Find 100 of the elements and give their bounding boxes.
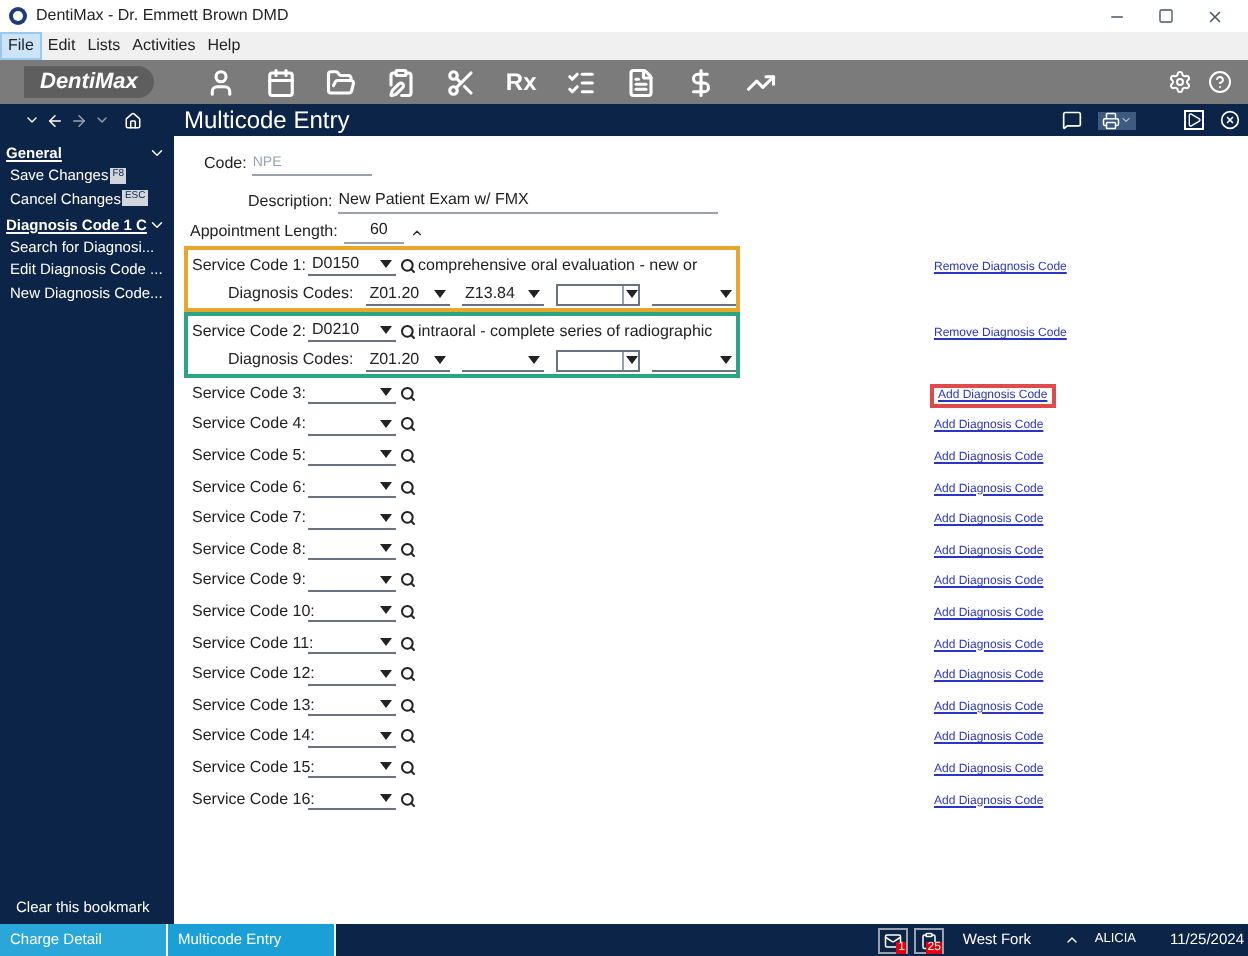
caret-icon [528,355,541,364]
caret-icon [380,450,392,459]
maximize-icon[interactable] [1158,7,1174,23]
caret-icon [625,290,638,299]
app-logo-icon [8,6,28,26]
dropdown[interactable]: Z01.20 [365,283,450,306]
dropdown[interactable] [556,349,641,372]
dropdown[interactable]: Z01.20 [365,349,450,372]
code-description: intraoral - complete series of radiographic [418,319,713,344]
search-icon[interactable] [400,447,416,464]
document-icon[interactable] [626,67,657,97]
search-icon[interactable] [400,635,416,652]
field-label: Service Code 7: [192,506,308,531]
close-icon[interactable] [1206,7,1224,25]
dropdown[interactable]: Z13.84 [461,283,545,306]
help-icon[interactable] [1208,70,1232,94]
search-icon[interactable] [400,510,416,527]
field-label: Service Code 5: [192,443,308,468]
caret-icon [380,731,392,740]
caret-icon [433,355,446,364]
settings-icon[interactable] [1168,70,1192,94]
caret-icon [1120,114,1132,126]
dropdown[interactable] [308,632,396,655]
search-icon[interactable] [400,697,416,714]
search-icon[interactable] [400,728,416,745]
search-icon[interactable] [400,541,416,558]
field-label: Service Code 4: [192,412,308,437]
back-icon[interactable] [46,111,64,129]
field-label: Service Code 8: [192,537,308,562]
play-icon[interactable] [1184,110,1204,130]
field-label: Service Code 1: [192,253,308,278]
search-icon[interactable] [400,603,416,620]
description-field[interactable]: New Patient Exam w/ FMX [338,188,719,214]
scissors-icon[interactable] [445,67,476,97]
search-icon[interactable] [400,572,416,589]
caret-icon [380,326,392,335]
caret-icon [380,388,392,397]
caret-icon [380,794,392,803]
caret-icon [380,606,392,615]
list-icon[interactable] [566,67,597,97]
menu-item[interactable]: Activities [126,34,202,58]
mail-icon [884,931,903,949]
chevron-down-icon[interactable] [94,112,110,128]
search-icon[interactable] [400,479,416,496]
app-logo: DentiMax [24,65,154,99]
clipboard-icon[interactable] [385,67,416,97]
menu-item[interactable]: File [0,32,42,60]
caret-icon [625,356,638,365]
spinner-icon[interactable] [409,226,424,240]
caret-icon [380,762,392,771]
chevron-down-icon[interactable] [24,112,40,128]
field-label: Service Code 6: [192,475,308,500]
dropdown[interactable] [556,283,641,306]
menu-item[interactable]: Edit [41,34,82,58]
page-title: Multicode Entry [184,104,350,138]
caret-icon [380,419,392,428]
dropdown[interactable] [308,382,396,405]
dropdown[interactable] [308,444,396,467]
field-label: Service Code 3: [192,381,308,406]
dropdown[interactable] [308,476,396,499]
field-label: Description: [248,190,333,214]
printer-icon [1102,111,1120,129]
menu-item[interactable]: Help [201,34,247,58]
field-label: Appointment Length: [190,220,338,244]
calendar-icon[interactable] [265,67,296,97]
caret-icon [380,482,392,491]
forward-icon[interactable] [70,111,88,129]
print-button[interactable] [1098,111,1136,129]
field-label: Code: [204,152,247,176]
search-icon[interactable] [400,385,416,402]
search-icon[interactable] [400,759,416,776]
caret-icon [380,669,392,678]
caret-icon [528,289,541,298]
field-label: Diagnosis Codes: [228,348,354,373]
search-icon[interactable] [400,666,416,683]
dropdown[interactable] [308,538,396,561]
length-field[interactable]: 60 [343,218,404,244]
search-icon[interactable] [400,257,416,274]
dropdown[interactable]: D0210 [308,320,396,343]
search-icon[interactable] [400,416,416,433]
caret-icon [380,575,392,584]
field-label: Service Code 11: [192,631,308,656]
caret-icon [380,513,392,522]
search-icon[interactable] [400,323,416,340]
search-icon[interactable] [400,791,416,808]
field-label: Service Code 2: [192,319,308,344]
caret-icon [380,544,392,553]
code-description: comprehensive oral evaluation - new or [418,253,698,278]
folder-icon[interactable] [325,67,356,97]
chat-icon[interactable] [1062,110,1082,130]
person-icon[interactable] [205,67,236,97]
prescription-button[interactable]: Rx [505,64,537,100]
caret-icon [719,355,732,364]
menu-item[interactable]: Lists [81,34,127,58]
caret-icon [380,260,392,269]
field-label: Service Code 9: [192,568,308,593]
caret-icon [719,289,732,298]
caret-up-icon[interactable] [1064,932,1081,948]
home-icon[interactable] [124,111,142,129]
dropdown[interactable]: D0150 [308,254,396,277]
